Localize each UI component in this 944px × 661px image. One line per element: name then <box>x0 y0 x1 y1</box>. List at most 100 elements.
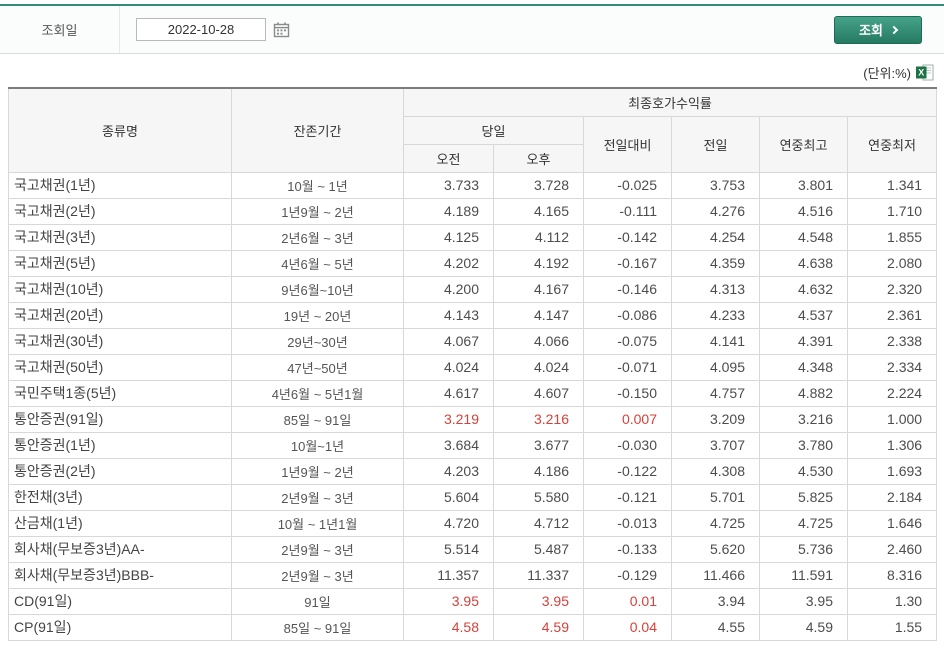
year-high: 3.780 <box>759 431 848 459</box>
year-low: 2.080 <box>846 249 938 277</box>
bond-name: 통안증권(1년) <box>8 431 232 459</box>
unit-row: (단위:%) X <box>0 54 944 87</box>
search-button[interactable]: 조회 <box>834 15 922 44</box>
year-high: 4.516 <box>759 197 848 225</box>
year-low: 1.693 <box>846 457 938 485</box>
vs-prev-diff: -0.142 <box>583 223 672 251</box>
chevron-right-icon <box>889 25 899 34</box>
table-row: 국고채권(5년) 4년6월 ~ 5년 4.202 4.192 -0.167 4.… <box>8 249 938 277</box>
prev-yield: 4.233 <box>671 301 760 329</box>
col-header-year-low: 연중최저 <box>846 115 938 173</box>
year-high: 4.725 <box>759 509 848 537</box>
year-low: 2.460 <box>846 535 938 563</box>
prev-yield: 5.701 <box>671 483 760 511</box>
maturity-range: 2년6월 ~ 3년 <box>231 223 404 251</box>
table-row: 국민주택1종(5년) 4년6월 ~ 5년1월 4.617 4.607 -0.15… <box>8 379 938 407</box>
query-bar: 조회일 조회 <box>0 4 944 54</box>
pm-yield: 4.165 <box>493 197 584 225</box>
bond-name: 국고채권(3년) <box>8 223 232 251</box>
year-low: 1.341 <box>846 171 938 199</box>
excel-download-icon[interactable]: X <box>916 64 934 81</box>
search-button-label: 조회 <box>859 23 883 38</box>
prev-yield: 4.095 <box>671 353 760 381</box>
maturity-range: 91일 <box>231 587 404 615</box>
table-row: 국고채권(50년) 47년~50년 4.024 4.024 -0.071 4.0… <box>8 353 938 381</box>
vs-prev-diff: -0.129 <box>583 561 672 589</box>
table-header: 종류명 잔존기간 최종호가수익률 당일 전일대비 전일 연중최고 연중최저 오전… <box>8 87 938 173</box>
am-yield: 4.024 <box>403 353 494 381</box>
bond-name: 회사채(무보증3년)BBB- <box>8 561 232 589</box>
col-header-am: 오전 <box>403 143 494 173</box>
pm-yield: 4.192 <box>493 249 584 277</box>
year-low: 8.316 <box>846 561 938 589</box>
vs-prev-diff: -0.025 <box>583 171 672 199</box>
table-row: CP(91일) 85일 ~ 91일 4.58 4.59 0.04 4.55 4.… <box>8 613 938 641</box>
year-low: 1.55 <box>846 613 938 641</box>
vs-prev-diff: -0.150 <box>583 379 672 407</box>
am-yield: 3.733 <box>403 171 494 199</box>
vs-prev-diff: -0.146 <box>583 275 672 303</box>
bond-name: CP(91일) <box>8 613 232 641</box>
year-high: 4.530 <box>759 457 848 485</box>
pm-yield: 11.337 <box>493 561 584 589</box>
vs-prev-diff: -0.111 <box>583 197 672 225</box>
prev-yield: 11.466 <box>671 561 760 589</box>
pm-yield: 4.186 <box>493 457 584 485</box>
vs-prev-diff: 0.007 <box>583 405 672 433</box>
table-row: 산금채(1년) 10월 ~ 1년1월 4.720 4.712 -0.013 4.… <box>8 509 938 537</box>
year-high: 4.638 <box>759 249 848 277</box>
year-low: 2.184 <box>846 483 938 511</box>
prev-yield: 4.276 <box>671 197 760 225</box>
prev-yield: 4.55 <box>671 613 760 641</box>
pm-yield: 5.580 <box>493 483 584 511</box>
maturity-range: 9년6월~10년 <box>231 275 404 303</box>
date-input[interactable] <box>136 18 266 41</box>
vs-prev-diff: 0.01 <box>583 587 672 615</box>
year-high: 4.59 <box>759 613 848 641</box>
col-header-yield-group: 최종호가수익률 <box>402 87 938 117</box>
am-yield: 4.189 <box>403 197 494 225</box>
year-high: 4.548 <box>759 223 848 251</box>
vs-prev-diff: -0.121 <box>583 483 672 511</box>
maturity-range: 2년9월 ~ 3년 <box>231 483 404 511</box>
maturity-range: 85일 ~ 91일 <box>231 613 404 641</box>
am-yield: 4.125 <box>403 223 494 251</box>
vs-prev-diff: 0.04 <box>583 613 672 641</box>
am-yield: 5.604 <box>403 483 494 511</box>
page: 조회일 조회 (단위:%) <box>0 0 944 641</box>
table-row: CD(91일) 91일 3.95 3.95 0.01 3.94 3.95 1.3… <box>8 587 938 615</box>
unit-label: (단위:%) <box>863 66 911 81</box>
prev-yield: 4.254 <box>671 223 760 251</box>
col-header-pm: 오후 <box>493 143 584 173</box>
year-low: 2.361 <box>846 301 938 329</box>
excel-icon-glyph: X <box>916 64 934 81</box>
am-yield: 4.067 <box>403 327 494 355</box>
am-yield: 3.219 <box>403 405 494 433</box>
bond-name: 통안증권(91일) <box>8 405 232 433</box>
bond-name: 국고채권(2년) <box>8 197 232 225</box>
vs-prev-diff: -0.071 <box>583 353 672 381</box>
calendar-icon[interactable] <box>273 22 290 38</box>
vs-prev-diff: -0.075 <box>583 327 672 355</box>
prev-yield: 3.209 <box>671 405 760 433</box>
year-low: 1.000 <box>846 405 938 433</box>
pm-yield: 3.216 <box>493 405 584 433</box>
maturity-range: 47년~50년 <box>231 353 404 381</box>
pm-yield: 4.167 <box>493 275 584 303</box>
year-high: 5.736 <box>759 535 848 563</box>
year-high: 4.348 <box>759 353 848 381</box>
vs-prev-diff: -0.013 <box>583 509 672 537</box>
am-yield: 11.357 <box>403 561 494 589</box>
table-row: 국고채권(3년) 2년6월 ~ 3년 4.125 4.112 -0.142 4.… <box>8 223 938 251</box>
vs-prev-diff: -0.030 <box>583 431 672 459</box>
vs-prev-diff: -0.086 <box>583 301 672 329</box>
col-header-prev: 전일 <box>671 115 760 173</box>
am-yield: 4.617 <box>403 379 494 407</box>
prev-yield: 3.753 <box>671 171 760 199</box>
query-date-label: 조회일 <box>0 6 120 53</box>
col-header-type: 종류명 <box>8 87 232 173</box>
prev-yield: 5.620 <box>671 535 760 563</box>
am-yield: 3.684 <box>403 431 494 459</box>
maturity-range: 2년9월 ~ 3년 <box>231 561 404 589</box>
bond-name: 통안증권(2년) <box>8 457 232 485</box>
